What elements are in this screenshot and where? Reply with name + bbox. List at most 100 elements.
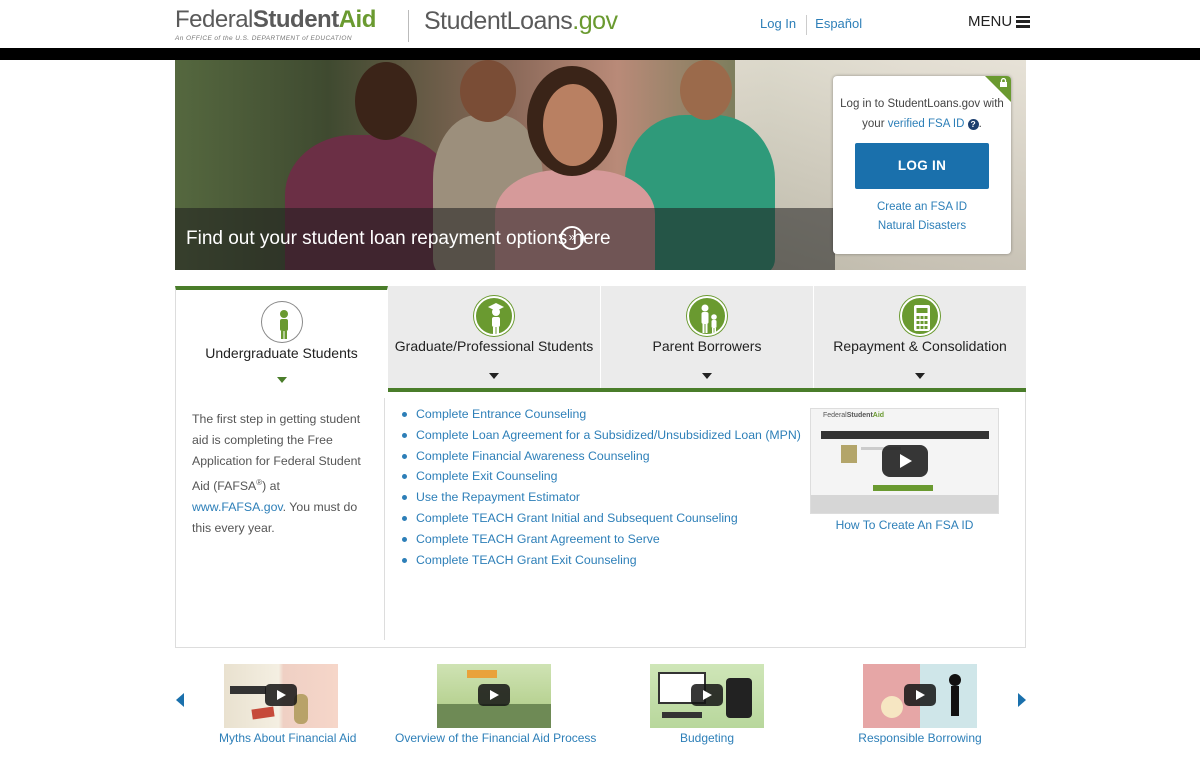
tab-graduate-professional-students[interactable]: Graduate/Professional Students: [388, 286, 601, 392]
video-logo-student: Student: [846, 412, 873, 419]
create-fsa-id-link[interactable]: Create an FSA ID: [833, 201, 1011, 213]
hamburger-icon: [1016, 15, 1031, 28]
caret-down-icon: [702, 373, 712, 379]
hero-person-4-head: [680, 60, 732, 120]
video-thumbnail-image: [841, 445, 857, 463]
login-panel: Log in to StudentLoans.gov with your ver…: [833, 76, 1011, 254]
thumb-budgeting-keyboard: [662, 712, 702, 718]
header-links: Log In Español: [760, 15, 862, 35]
logo-aid: Aid: [338, 6, 377, 33]
tab-parent-borrowers[interactable]: Parent Borrowers: [601, 286, 814, 392]
video-thumbnail-footer: [811, 495, 998, 513]
caret-down-icon: [489, 373, 499, 379]
carousel-prev-arrow-icon[interactable]: [176, 693, 184, 707]
carousel-thumb-overview[interactable]: [437, 664, 551, 728]
tab-label: Graduate/Professional Students: [394, 338, 594, 354]
carousel-caption-overview[interactable]: Overview of the Financial Aid Process: [395, 731, 596, 745]
logo-divider: [408, 10, 409, 42]
menu-label: MENU: [968, 13, 1013, 30]
play-icon[interactable]: [882, 445, 928, 477]
login-button[interactable]: LOG IN: [855, 143, 989, 189]
studentloans-logo[interactable]: StudentLoans.gov: [424, 7, 618, 36]
task-link[interactable]: Complete Financial Awareness Counseling: [400, 446, 801, 467]
federal-student-aid-logo[interactable]: FederalStudentAid An OFFICE of the U.S. …: [175, 6, 376, 42]
description-text: ) at: [262, 479, 280, 494]
video-caption-link[interactable]: How To Create An FSA ID: [810, 518, 999, 532]
logo-tagline: An OFFICE of the U.S. DEPARTMENT of EDUC…: [175, 35, 352, 42]
fsa-id-video-thumbnail[interactable]: FederalStudentAid: [810, 408, 999, 514]
hero-person-1-head: [355, 62, 417, 140]
thumb-overview-banner: [467, 670, 497, 678]
video-thumbnail-button: [873, 485, 933, 491]
thumb-budgeting-phone: [726, 678, 752, 718]
video-logo-aid: Aid: [872, 412, 885, 419]
task-link[interactable]: Use the Repayment Estimator: [400, 487, 801, 508]
carousel-thumb-myths[interactable]: [224, 664, 338, 728]
logo-federal: Federal: [175, 6, 253, 33]
caret-down-icon: [915, 373, 925, 379]
tab-repayment-consolidation[interactable]: Repayment & Consolidation: [814, 286, 1026, 392]
tab-undergraduate-students[interactable]: Undergraduate Students: [175, 286, 388, 392]
lock-icon: [999, 77, 1008, 87]
parent-child-icon: [687, 296, 727, 336]
hero-caption[interactable]: Find out your student loan repayment opt…: [175, 208, 835, 270]
login-text-period: .: [978, 118, 982, 130]
menu-button[interactable]: MENU: [968, 13, 1031, 30]
thumb-myths-heading: [230, 686, 266, 694]
tab-label: Parent Borrowers: [652, 338, 762, 354]
carousel-caption-budgeting[interactable]: Budgeting: [650, 731, 764, 745]
carousel-thumb-budgeting[interactable]: [650, 664, 764, 728]
login-text-line1: Log in to StudentLoans.gov with: [840, 98, 1004, 110]
graduate-icon: [474, 296, 514, 336]
thumb-responsible-coin: [881, 696, 903, 718]
thumb-responsible-figure-body: [951, 686, 959, 716]
audience-tabs: Undergraduate Students Graduate/Professi…: [175, 286, 1026, 392]
task-link[interactable]: Complete TEACH Grant Initial and Subsequ…: [400, 508, 801, 529]
carousel-next-arrow-icon[interactable]: [1018, 693, 1026, 707]
circle-chevron-right-icon[interactable]: »: [560, 226, 584, 250]
carousel-caption-myths[interactable]: Myths About Financial Aid: [219, 731, 356, 745]
logo-student: Student: [252, 6, 339, 33]
video-logo-federal: Federal: [823, 412, 847, 419]
tab-content-panel: The first step in getting student aid is…: [175, 392, 1026, 648]
undergraduate-description: The first step in getting student aid is…: [192, 409, 372, 539]
login-panel-text: Log in to StudentLoans.gov with your ver…: [833, 94, 1011, 134]
natural-disasters-link[interactable]: Natural Disasters: [833, 220, 1011, 232]
thumb-myths-stamp: [251, 706, 275, 720]
login-link[interactable]: Log In: [760, 16, 796, 31]
play-icon[interactable]: [691, 684, 723, 706]
video-thumbnail-logo: FederalStudentAid: [823, 412, 884, 419]
play-icon[interactable]: [904, 684, 936, 706]
task-links-list: Complete Entrance Counseling Complete Lo…: [400, 404, 801, 570]
tab-label: Repayment & Consolidation: [833, 338, 1007, 354]
fafsa-gov-link[interactable]: www.FAFSA.gov: [192, 500, 283, 514]
site-header: FederalStudentAid An OFFICE of the U.S. …: [0, 0, 1200, 48]
login-text-your: your: [862, 118, 885, 130]
login-text-line2: your verified FSA ID ?.: [833, 114, 1011, 134]
help-icon[interactable]: ?: [967, 119, 979, 130]
header-black-bar: [0, 48, 1200, 60]
content-divider: [384, 398, 385, 640]
task-link[interactable]: Complete Loan Agreement for a Subsidized…: [400, 425, 801, 446]
hero-person-3-face: [543, 84, 603, 166]
student-icon: [261, 302, 302, 342]
thumb-overview-ground: [437, 704, 551, 728]
play-icon[interactable]: [265, 684, 297, 706]
task-link[interactable]: Complete Exit Counseling: [400, 466, 801, 487]
carousel-caption-responsible[interactable]: Responsible Borrowing: [853, 731, 987, 745]
task-link[interactable]: Complete TEACH Grant Agreement to Serve: [400, 529, 801, 550]
logo-studentloans: StudentLoans: [424, 7, 573, 35]
thumb-responsible-figure-head: [949, 674, 961, 686]
verified-fsa-id-link[interactable]: verified FSA ID: [888, 118, 965, 130]
task-link[interactable]: Complete Entrance Counseling: [400, 404, 801, 425]
task-link[interactable]: Complete TEACH Grant Exit Counseling: [400, 550, 801, 571]
logo-gov: .gov: [572, 7, 618, 35]
calculator-icon: [900, 296, 940, 336]
caret-down-icon: [276, 377, 287, 383]
video-thumbnail-navbar: [821, 431, 989, 439]
play-icon[interactable]: [478, 684, 510, 706]
hero-person-2-head: [460, 60, 516, 122]
carousel-thumb-responsible[interactable]: [863, 664, 977, 728]
espanol-link[interactable]: Español: [815, 16, 862, 31]
header-link-divider: [806, 15, 808, 35]
